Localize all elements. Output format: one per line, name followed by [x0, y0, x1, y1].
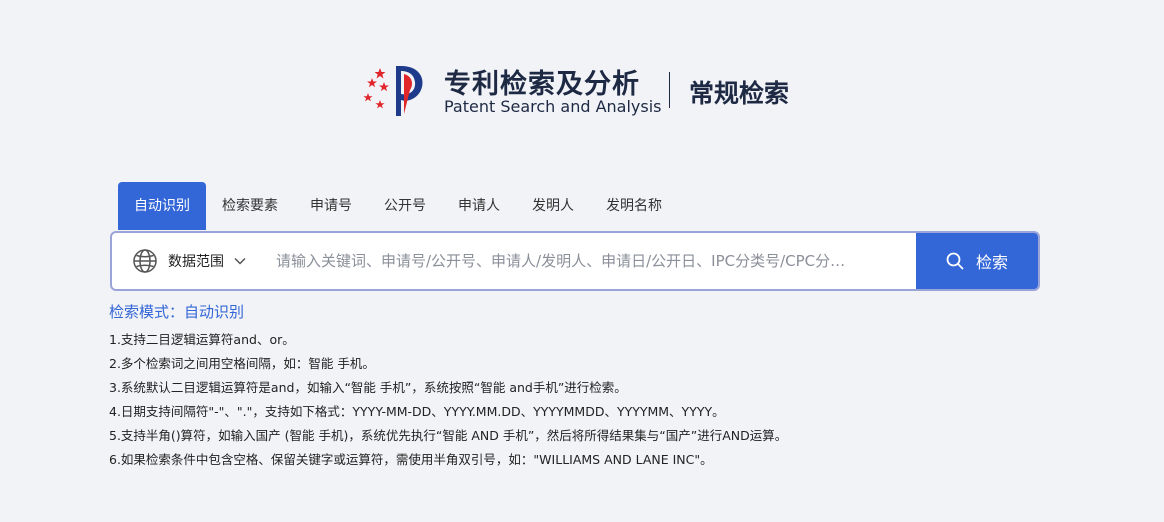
data-scope-label: 数据范围: [168, 254, 224, 270]
globe-icon: [133, 249, 157, 273]
search-mode-text: 检索模式：自动识别: [109, 303, 245, 321]
page-title: 常规检索: [689, 79, 790, 108]
brand-name-en: Patent Search and Analysis: [444, 97, 662, 116]
tab-application-number[interactable]: 申请号: [294, 182, 368, 230]
tab-applicant[interactable]: 申请人: [442, 182, 516, 230]
search-icon: [946, 252, 964, 270]
brand-name-cn: 专利检索及分析: [444, 69, 640, 100]
search-input[interactable]: [276, 233, 910, 289]
rule-item: 6.如果检索条件中包含空格、保留关键字或运算符，需使用半角双引号，如："WILL…: [109, 452, 713, 467]
chevron-down-icon: [234, 257, 246, 265]
tab-invention-title[interactable]: 发明名称: [590, 182, 678, 230]
search-button[interactable]: 检索: [916, 233, 1038, 289]
tab-inventor[interactable]: 发明人: [516, 182, 590, 230]
search-type-tabs: 自动识别 检索要素 申请号 公开号 申请人 发明人 发明名称: [118, 182, 678, 230]
search-bar: 数据范围 检索: [110, 231, 1040, 291]
patent-logo-icon: [363, 66, 423, 116]
tab-search-elements[interactable]: 检索要素: [206, 182, 294, 230]
rule-item: 1.支持二目逻辑运算符and、or。: [109, 332, 295, 347]
search-rules-list: 1.支持二目逻辑运算符and、or。 2.多个检索词之间用空格间隔，如：智能 手…: [109, 328, 787, 472]
tab-publication-number[interactable]: 公开号: [368, 182, 442, 230]
data-scope-dropdown[interactable]: 数据范围: [132, 233, 246, 289]
rule-item: 3.系统默认二目逻辑运算符是and，如输入“智能 手机”，系统按照“智能 and…: [109, 380, 627, 395]
tab-auto-detect[interactable]: 自动识别: [118, 182, 206, 230]
rule-item: 5.支持半角()算符，如输入国产 (智能 手机)，系统优先执行“智能 AND 手…: [109, 428, 788, 443]
header-divider: [669, 72, 670, 108]
site-header: 专利检索及分析 Patent Search and Analysis 常规检索: [360, 60, 820, 120]
rule-item: 2.多个检索词之间用空格间隔，如：智能 手机。: [109, 356, 375, 371]
search-button-label: 检索: [975, 253, 1008, 272]
rule-item: 4.日期支持间隔符"-"、"."，支持如下格式：YYYY-MM-DD、YYYY.…: [109, 404, 725, 419]
